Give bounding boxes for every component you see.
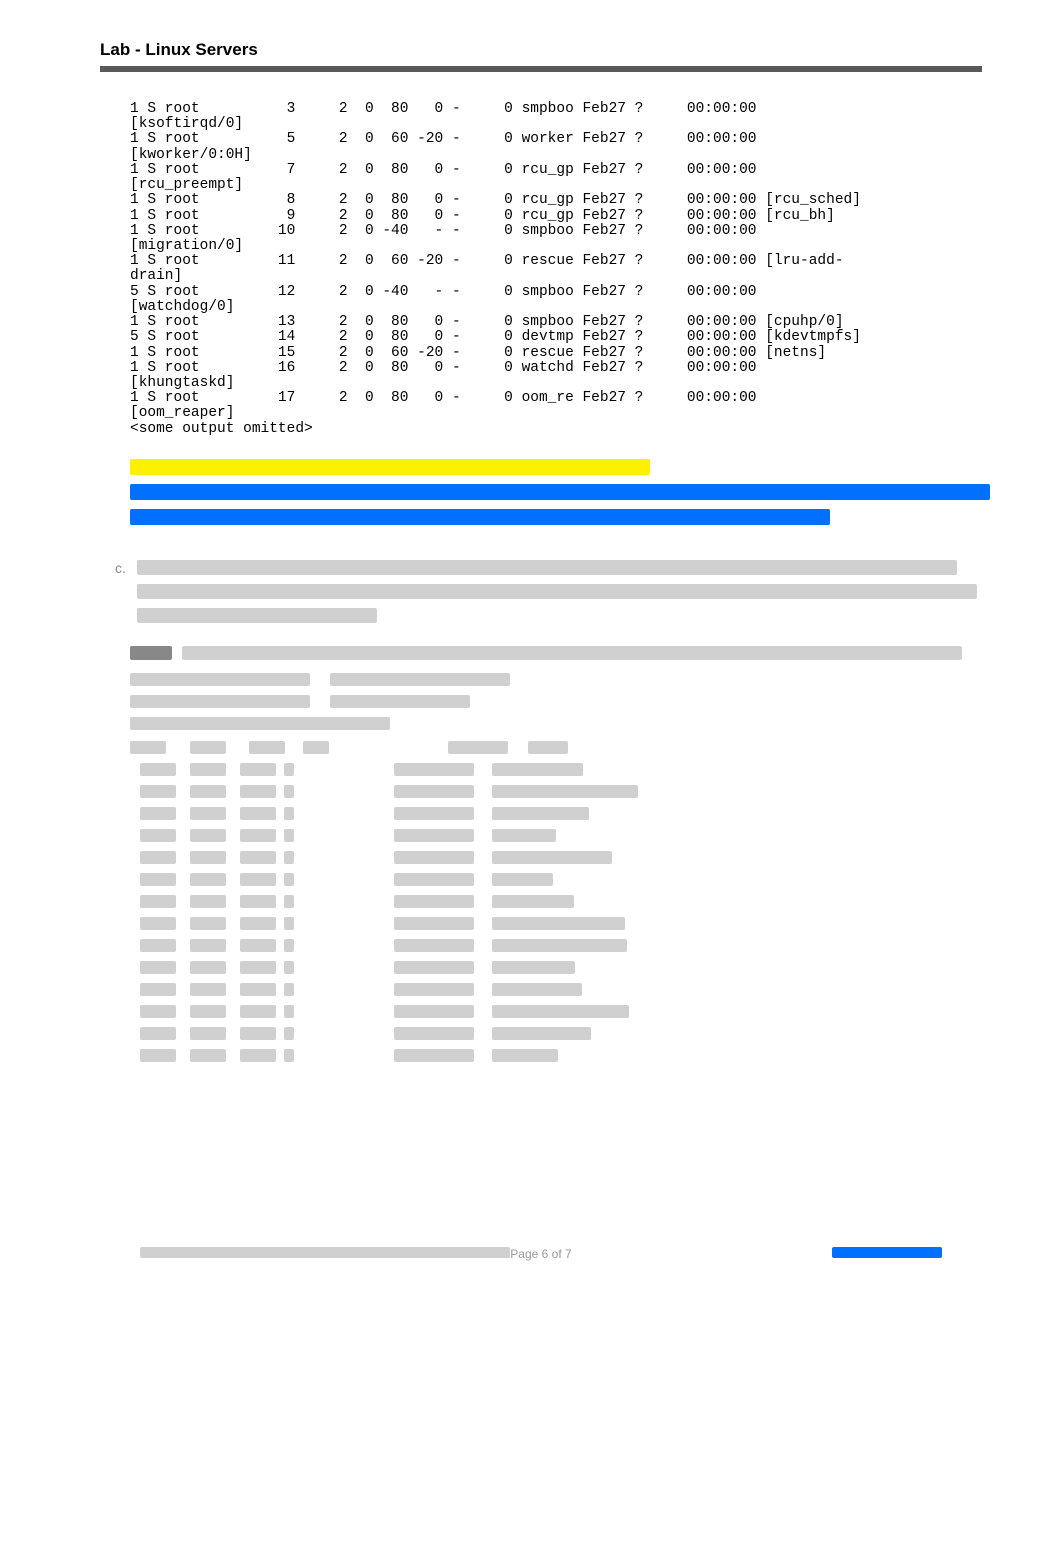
page-title: Lab - Linux Servers — [100, 40, 982, 60]
command-output-block — [130, 673, 982, 1067]
answer-block — [130, 459, 982, 530]
bullet-c: c. — [115, 560, 133, 576]
note-block — [130, 646, 982, 665]
page-footer: Page 6 of 7 — [100, 1247, 982, 1261]
header-rule — [100, 66, 982, 72]
ps-output-block: 1 S root 3 2 0 80 0 - 0 smpboo Feb27 ? 0… — [130, 102, 982, 437]
section-c: c. — [115, 560, 982, 628]
footer-page: Page 6 of 7 — [510, 1247, 571, 1261]
